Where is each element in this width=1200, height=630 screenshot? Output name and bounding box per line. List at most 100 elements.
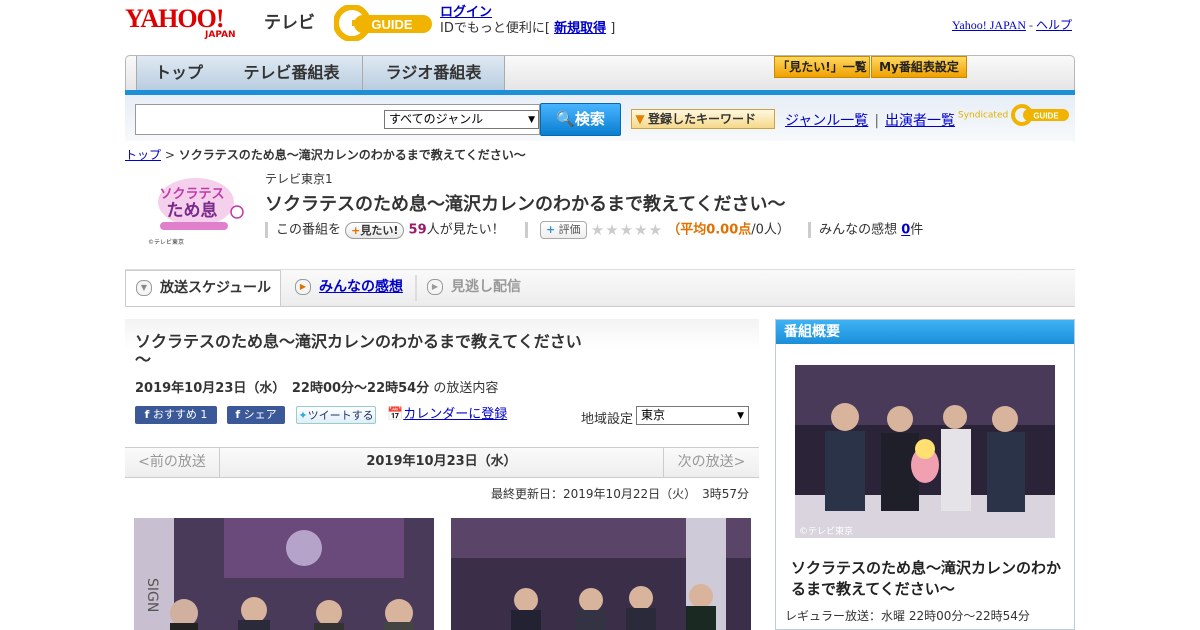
current-broadcast-date: 2019年10月23日（水） — [366, 454, 517, 469]
tab-impressions[interactable]: ▶ みんなの感想 — [295, 270, 403, 306]
genre-list-link[interactable]: ジャンル一覧 — [785, 113, 868, 129]
login-area: ログイン IDでもっと便利に[ 新規取得 ] — [440, 5, 615, 37]
syndicated-logo: Syndicated GUIDE — [958, 104, 1070, 126]
svg-text:ソクラテス: ソクラテス — [159, 187, 224, 202]
registered-keyword-button[interactable]: ▼ 登録したキーワード — [631, 109, 775, 129]
rating-stars: ★★★★★ — [590, 221, 664, 239]
plus-icon: + — [351, 223, 361, 237]
last-updated: 最終更新日：2019年10月22日（火） 3時57分 — [491, 487, 749, 501]
regular-broadcast-info: レギュラー放送：水曜 22時00分～22時54分 — [785, 609, 1030, 623]
program-title: ソクラテスのため息～滝沢カレンのわかるまで教えてください～ — [265, 194, 786, 215]
yahoo-logo-sub: JAPAN — [205, 30, 236, 40]
this-program-label: この番組を — [276, 222, 342, 238]
tab-vod[interactable]: ▶ 見逃し配信 — [427, 270, 521, 306]
play-icon: ▶ — [295, 279, 311, 295]
yahoo-japan-link[interactable]: Yahoo! JAPAN — [952, 18, 1026, 32]
gguide-logo: GUIDE — [333, 4, 434, 42]
play-icon: ▶ — [427, 279, 443, 295]
gguide-text: GUIDE — [371, 17, 413, 32]
link-divider: | — [874, 113, 880, 129]
header-links: Yahoo! JAPAN - ヘルプ — [952, 16, 1072, 33]
tab-divider — [415, 275, 417, 301]
nav-tab-radio-guide[interactable]: ラジオ番組表 — [363, 56, 505, 90]
prev-broadcast-button[interactable]: <前の放送 — [125, 448, 220, 477]
next-broadcast-button[interactable]: 次の放送> — [663, 448, 759, 477]
syndicated-brand-text: GUIDE — [1033, 112, 1059, 121]
plus-icon: + — [545, 223, 556, 236]
dropdown-arrow-icon: ▼ — [737, 411, 744, 421]
search-icon: 🔍 — [556, 110, 575, 128]
yahoo-logo[interactable]: YAHOO! JAPAN — [125, 6, 260, 42]
performer-list-link[interactable]: 出演者一覧 — [885, 113, 955, 129]
mitai-button[interactable]: +見たい! — [345, 221, 405, 239]
program-thumbnail: ソクラテス ため息 ©テレビ東京 — [142, 172, 250, 248]
image-copyright: ©テレビ東京 — [799, 525, 853, 537]
facebook-share-label: シェア — [243, 408, 277, 421]
syndicated-gguide-logo: GUIDE — [1011, 104, 1070, 126]
program-still-image: SIGN — [134, 518, 434, 630]
login-desc-pre: IDでもっと便利に[ — [440, 21, 555, 36]
svg-text:ため息: ため息 — [167, 200, 218, 221]
program-summary-title: ソクラテスのため息～滝沢カレンのわかるまで教えてください～ — [791, 559, 1062, 598]
divider — [524, 222, 528, 238]
breadcrumb-top-link[interactable]: トップ — [125, 148, 161, 162]
facebook-share-button[interactable]: f シェア — [227, 406, 285, 424]
triangle-down-icon: ▼ — [136, 280, 152, 296]
program-tabs: ▼ 放送スケジュール ▶ みんなの感想 ▶ 見逃し配信 — [125, 269, 1075, 307]
yahoo-logo-text: YAHOO! — [125, 4, 224, 33]
calendar-icon: 📅 — [387, 407, 404, 422]
tab-vod-label: 見逃し配信 — [451, 279, 521, 295]
calendar-register[interactable]: 📅カレンダーに登録 — [387, 406, 517, 424]
program-actions: この番組を +見たい! 59人が見たい！ + 評価 ★★★★★ （平均0.00点… — [265, 220, 923, 240]
divider — [265, 222, 268, 238]
region-select-value: 東京 — [641, 408, 666, 422]
program-still-image — [451, 518, 751, 630]
mitai-list-button[interactable]: 「見たい!」一覧 — [774, 56, 870, 78]
help-link[interactable]: ヘルプ — [1036, 18, 1072, 32]
broadcast-datetime-value: 2019年10月23日（水） 22時00分～22時54分 — [135, 381, 430, 396]
broadcast-datetime-suffix: の放送内容 — [433, 381, 499, 396]
facebook-icon: f — [235, 408, 241, 421]
link-separator: - — [1025, 18, 1036, 32]
section-label[interactable]: テレビ — [264, 8, 315, 33]
facebook-recommend-button[interactable]: f おすすめ 1 — [135, 406, 217, 424]
genre-select[interactable]: すべてのジャンル ▼ — [384, 110, 539, 129]
broadcast-datetime: 2019年10月23日（水） 22時00分～22時54分 の放送内容 — [135, 377, 498, 396]
impressions-label: みんなの感想 — [819, 222, 898, 238]
broadcast-pager: <前の放送 2019年10月23日（水） 次の放送> — [125, 447, 759, 478]
tweet-label: ツイートする — [307, 409, 374, 422]
keyword-button-label: 登録したキーワード — [648, 112, 757, 126]
evaluate-button[interactable]: + 評価 — [539, 221, 587, 239]
genre-select-value: すべてのジャンル — [389, 112, 484, 126]
tweet-button[interactable]: ✦ツイートする — [296, 406, 376, 424]
breadcrumb: トップ > ソクラテスのため息～滝沢カレンのわかるまで教えてください～ — [125, 146, 526, 163]
search-button[interactable]: 🔍検索 — [540, 103, 621, 136]
facebook-recommend-label: おすすめ 1 — [152, 408, 208, 421]
region-label: 地域設定 — [581, 412, 634, 427]
tab-impressions-label: みんなの感想 — [319, 279, 403, 295]
tab-schedule[interactable]: ▼ 放送スケジュール — [125, 270, 281, 306]
region-select[interactable]: 東京 ▼ — [636, 406, 749, 425]
impressions-suffix: 件 — [910, 222, 924, 238]
program-summary-heading: 番組概要 — [776, 320, 1074, 344]
login-link[interactable]: ログイン — [440, 5, 492, 20]
impressions-count-link[interactable]: 0 — [901, 223, 910, 238]
evaluate-button-label: 評価 — [558, 223, 581, 236]
search-button-label: 検索 — [574, 110, 605, 128]
mitai-count-suffix: 人が見たい！ — [426, 222, 505, 238]
divider — [808, 222, 812, 238]
nav-tab-top[interactable]: トップ — [136, 56, 222, 90]
signup-link[interactable]: 新規取得 — [554, 21, 606, 36]
my-tv-settings-button[interactable]: My番組表設定 — [871, 56, 967, 78]
mitai-count: 59 — [408, 222, 427, 238]
calendar-register-link[interactable]: カレンダーに登録 — [403, 407, 507, 422]
rating-average: 平均0.00点 — [680, 222, 752, 238]
breadcrumb-current: ソクラテスのため息～滝沢カレンのわかるまで教えてください～ — [178, 148, 526, 162]
mitai-button-label: 見たい! — [360, 223, 399, 237]
breadcrumb-separator: > — [161, 148, 179, 162]
nav-tab-tv-guide[interactable]: テレビ番組表 — [221, 56, 363, 90]
program-summary-image: ©テレビ東京 — [795, 365, 1055, 538]
facebook-icon: f — [144, 408, 150, 421]
rating-people: /0人） — [751, 222, 790, 238]
triangle-down-icon: ▼ — [635, 112, 645, 126]
